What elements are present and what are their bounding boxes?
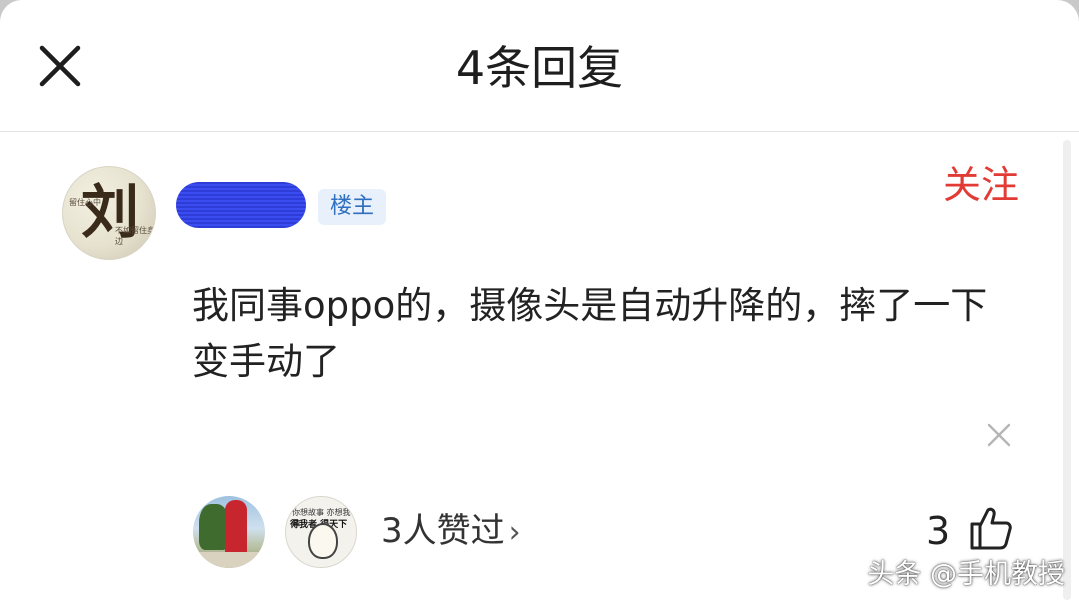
like-count: 3 [926, 509, 951, 553]
avatar-caption-right: 不如留住身边 [115, 226, 155, 246]
follow-button[interactable]: 关注 [943, 160, 1019, 210]
reply-sheet: 4条回复 刘 留住心中 不如留住身边 楼主 关注 我同事oppo的，摄像头是自动… [0, 0, 1079, 607]
watermark: 头条 @手机教授 [867, 559, 1065, 590]
avatar-image-ground [193, 552, 265, 568]
thumbs-up-icon[interactable] [966, 504, 1014, 552]
comment-text: 我同事oppo的，摄像头是自动升降的，摔了一下变手动了 [192, 284, 988, 383]
likers-label: 3人赞过 [381, 511, 505, 551]
page-title: 4条回复 [455, 41, 624, 95]
close-icon[interactable] [984, 420, 1014, 450]
avatar-caption-left: 留住心中 [69, 198, 101, 207]
sheet-header: 4条回复 [0, 0, 1079, 132]
avatar-face-drawing [308, 523, 338, 559]
scrollbar[interactable] [1063, 140, 1071, 600]
liker-avatar[interactable] [193, 496, 265, 568]
avatar[interactable]: 刘 留住心中 不如留住身边 [62, 166, 156, 260]
username-redacted[interactable] [176, 182, 306, 228]
chevron-right-icon: › [508, 515, 521, 550]
likers-link[interactable]: 3人赞过 › [381, 508, 521, 556]
owner-badge: 楼主 [318, 189, 387, 225]
liker-avatar[interactable]: 你想故事 亦想我知 得我者 得天下 [285, 496, 357, 568]
